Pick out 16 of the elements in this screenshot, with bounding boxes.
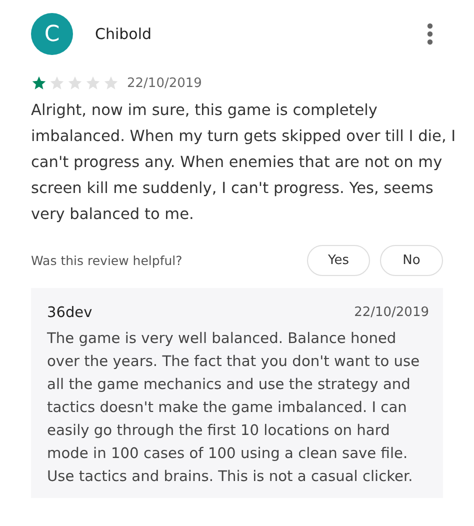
star-icon — [85, 75, 101, 91]
star-icon — [103, 75, 119, 91]
more-options-icon[interactable] — [426, 22, 434, 46]
reply-text: The game is very well balanced. Balance honed over the years. The fact that you don't want to use all the game mechanics and use the strategy and tactics doesn't make the game imbalanced. I can easily go through the first 10 locations on hard mode in 100 cases of 100 using a clean save file. Use tactics and brains. This is not a casual clicker. — [47, 329, 421, 487]
reply-date: 22/10/2019 — [354, 305, 429, 321]
vote-button[interactable]: Yes — [307, 245, 370, 276]
review-text: Alright, now im sure, this game is completely imbalanced. When my turn gets skipped over till I die, I can't progress any. When enemies that are not on my screen kill me suddenly, I can't progress. Yes, seems very balanced to me. — [31, 100, 456, 225]
developer-name: 36dev — [47, 305, 92, 321]
star-icon — [31, 75, 47, 91]
vote-button[interactable]: No — [380, 245, 443, 276]
helpful-question: Was this review helpful? — [31, 253, 182, 268]
star-icon — [49, 75, 65, 91]
review-date: 22/10/2019 — [127, 76, 202, 90]
star-icon — [67, 75, 83, 91]
reviewer-name: Chibold — [95, 25, 153, 43]
avatar: C — [31, 13, 73, 55]
